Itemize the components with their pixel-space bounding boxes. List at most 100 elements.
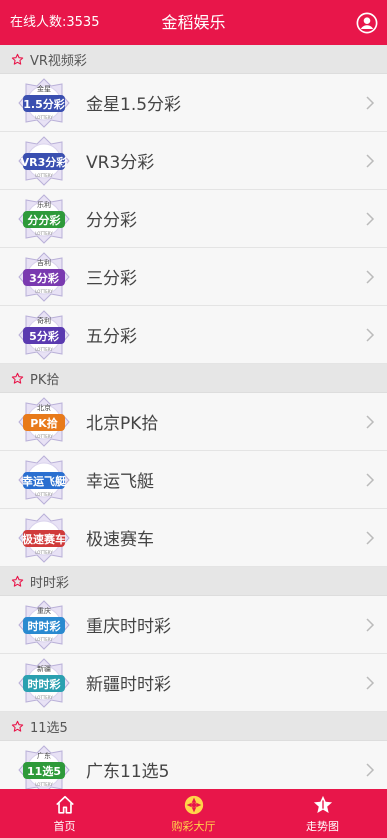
badge-top-text: 广东: [37, 751, 51, 760]
badge-top-text: 新疆: [37, 664, 51, 673]
badge-top-text: 北京: [37, 403, 51, 412]
svg-text:LOTTERY: LOTTERY: [35, 492, 53, 497]
star-outline-icon: [11, 53, 24, 65]
section-header: VR视频彩: [0, 45, 387, 74]
chevron-right-icon: [366, 95, 375, 110]
top-header: 在线人数:3535 金稻娱乐: [0, 0, 387, 45]
tab-item[interactable]: 走势图: [258, 789, 387, 838]
lottery-row[interactable]: 奇利 5分彩 LOTTERY 五分彩: [0, 306, 387, 364]
svg-text:LOTTERY: LOTTERY: [35, 695, 53, 700]
chevron-right-icon: [366, 211, 375, 226]
lottery-row[interactable]: 广东 11选5 LOTTERY 广东11选5: [0, 741, 387, 789]
svg-text:LOTTERY: LOTTERY: [35, 550, 53, 555]
star-chart-icon: [313, 795, 332, 813]
badge-main-text: 5分彩: [29, 329, 59, 343]
lottery-logo-icon: 极速赛车 LOTTERY: [18, 512, 70, 563]
lottery-logo-icon: 广东 11选5 LOTTERY: [18, 744, 70, 789]
section-title: VR视频彩: [30, 53, 87, 69]
chevron-right-icon: [366, 472, 375, 487]
user-circle-icon[interactable]: [356, 12, 378, 34]
lottery-name: 极速赛车: [86, 530, 154, 550]
lottery-row[interactable]: 极速赛车 LOTTERY 极速赛车: [0, 509, 387, 567]
badge-main-text: PK拾: [30, 416, 58, 430]
home-icon: [55, 795, 74, 814]
chevron-right-icon: [366, 762, 375, 777]
lottery-row[interactable]: 北京 PK拾 LOTTERY 北京PK拾: [0, 393, 387, 451]
lottery-name: 五分彩: [86, 327, 137, 347]
tab-label: 走势图: [306, 819, 339, 833]
lottery-name: 广东11选5: [86, 762, 170, 782]
svg-text:LOTTERY: LOTTERY: [35, 115, 53, 120]
section-title: 11选5: [30, 720, 68, 736]
badge-main-text: VR3分彩: [21, 155, 68, 169]
svg-text:LOTTERY: LOTTERY: [35, 347, 53, 352]
chevron-right-icon: [366, 153, 375, 168]
lottery-row[interactable]: 重庆 时时彩 LOTTERY 重庆时时彩: [0, 596, 387, 654]
svg-text:LOTTERY: LOTTERY: [35, 173, 53, 178]
chevron-right-icon: [366, 269, 375, 284]
section-title: PK拾: [30, 372, 60, 388]
tab-item[interactable]: 购彩大厅: [129, 789, 258, 838]
badge-main-text: 3分彩: [29, 271, 59, 285]
badge-top-text: 重庆: [37, 606, 51, 615]
badge-main-text: 幸运飞艇: [22, 474, 67, 488]
lottery-logo-icon: VR3分彩 LOTTERY: [18, 135, 70, 186]
chevron-right-icon: [366, 327, 375, 342]
star-outline-icon: [11, 575, 24, 587]
section-header: 11选5: [0, 712, 387, 741]
tab-item[interactable]: 首页: [0, 789, 129, 838]
badge-top-text: 吉利: [37, 258, 51, 267]
aperture-icon: [184, 795, 203, 814]
lottery-logo-icon: 奇利 5分彩 LOTTERY: [18, 309, 70, 360]
chevron-right-icon: [366, 675, 375, 690]
lottery-row[interactable]: 乐利分分彩 LOTTERY 分分彩: [0, 190, 387, 248]
lottery-row[interactable]: 吉利 3分彩 LOTTERY 三分彩: [0, 248, 387, 306]
star-outline-icon: [11, 372, 24, 384]
lottery-logo-icon: 乐利分分彩 LOTTERY: [18, 193, 70, 244]
lottery-name: 幸运飞艇: [86, 472, 154, 492]
lottery-row[interactable]: 金星 1.5分彩 LOTTERY 金星1.5分彩: [0, 74, 387, 132]
lottery-name: 三分彩: [86, 269, 137, 289]
tab-label: 首页: [53, 819, 76, 833]
section-header: 时时彩: [0, 567, 387, 596]
star-outline-icon: [11, 720, 24, 732]
badge-main-text: 极速赛车: [22, 532, 66, 546]
chevron-right-icon: [366, 414, 375, 429]
svg-text:LOTTERY: LOTTERY: [35, 782, 53, 787]
lottery-name: 分分彩: [86, 211, 137, 231]
badge-top-text: 奇利: [37, 316, 51, 325]
lottery-logo-icon: 金星 1.5分彩 LOTTERY: [18, 77, 70, 128]
badge-main-text: 11选5: [27, 764, 61, 778]
lottery-row[interactable]: 新疆 时时彩 LOTTERY 新疆时时彩: [0, 654, 387, 712]
lottery-name: 北京PK拾: [86, 414, 159, 434]
section-header: PK拾: [0, 364, 387, 393]
lottery-row[interactable]: VR3分彩 LOTTERY VR3分彩: [0, 132, 387, 190]
lottery-name: VR3分彩: [86, 153, 155, 173]
lottery-name: 金星1.5分彩: [86, 95, 182, 115]
page-title: 金稻娱乐: [161, 13, 226, 32]
chevron-right-icon: [366, 617, 375, 632]
bottom-tab-bar: 首页 购彩大厅 走势图: [0, 789, 387, 838]
lottery-logo-icon: 吉利 3分彩 LOTTERY: [18, 251, 70, 302]
badge-main-text: 时时彩: [28, 619, 61, 633]
lottery-name: 重庆时时彩: [86, 617, 171, 637]
badge-top-text: 乐利: [37, 200, 51, 209]
svg-text:LOTTERY: LOTTERY: [35, 231, 53, 236]
badge-top-text: 金星: [37, 84, 51, 93]
svg-text:LOTTERY: LOTTERY: [35, 637, 53, 642]
badge-main-text: 1.5分彩: [23, 97, 65, 111]
lottery-list[interactable]: VR视频彩 金星 1.5分彩 LOTTERY 金星1.5分彩 VR3分彩 LOTTERY VR…: [0, 45, 387, 789]
lottery-logo-icon: 北京 PK拾 LOTTERY: [18, 396, 70, 447]
svg-text:LOTTERY: LOTTERY: [35, 289, 53, 294]
lottery-logo-icon: 幸运飞艇 LOTTERY: [18, 454, 70, 505]
lottery-logo-icon: 新疆时时彩 LOTTERY: [18, 657, 70, 708]
lottery-name: 新疆时时彩: [86, 675, 171, 695]
svg-text:LOTTERY: LOTTERY: [35, 434, 53, 439]
tab-label: 购彩大厅: [171, 819, 216, 833]
badge-main-text: 时时彩: [28, 677, 61, 691]
lottery-logo-icon: 重庆时时彩 LOTTERY: [18, 599, 70, 650]
badge-main-text: 分分彩: [28, 213, 61, 227]
chevron-right-icon: [366, 530, 375, 545]
section-title: 时时彩: [30, 575, 70, 591]
lottery-row[interactable]: 幸运飞艇 LOTTERY 幸运飞艇: [0, 451, 387, 509]
